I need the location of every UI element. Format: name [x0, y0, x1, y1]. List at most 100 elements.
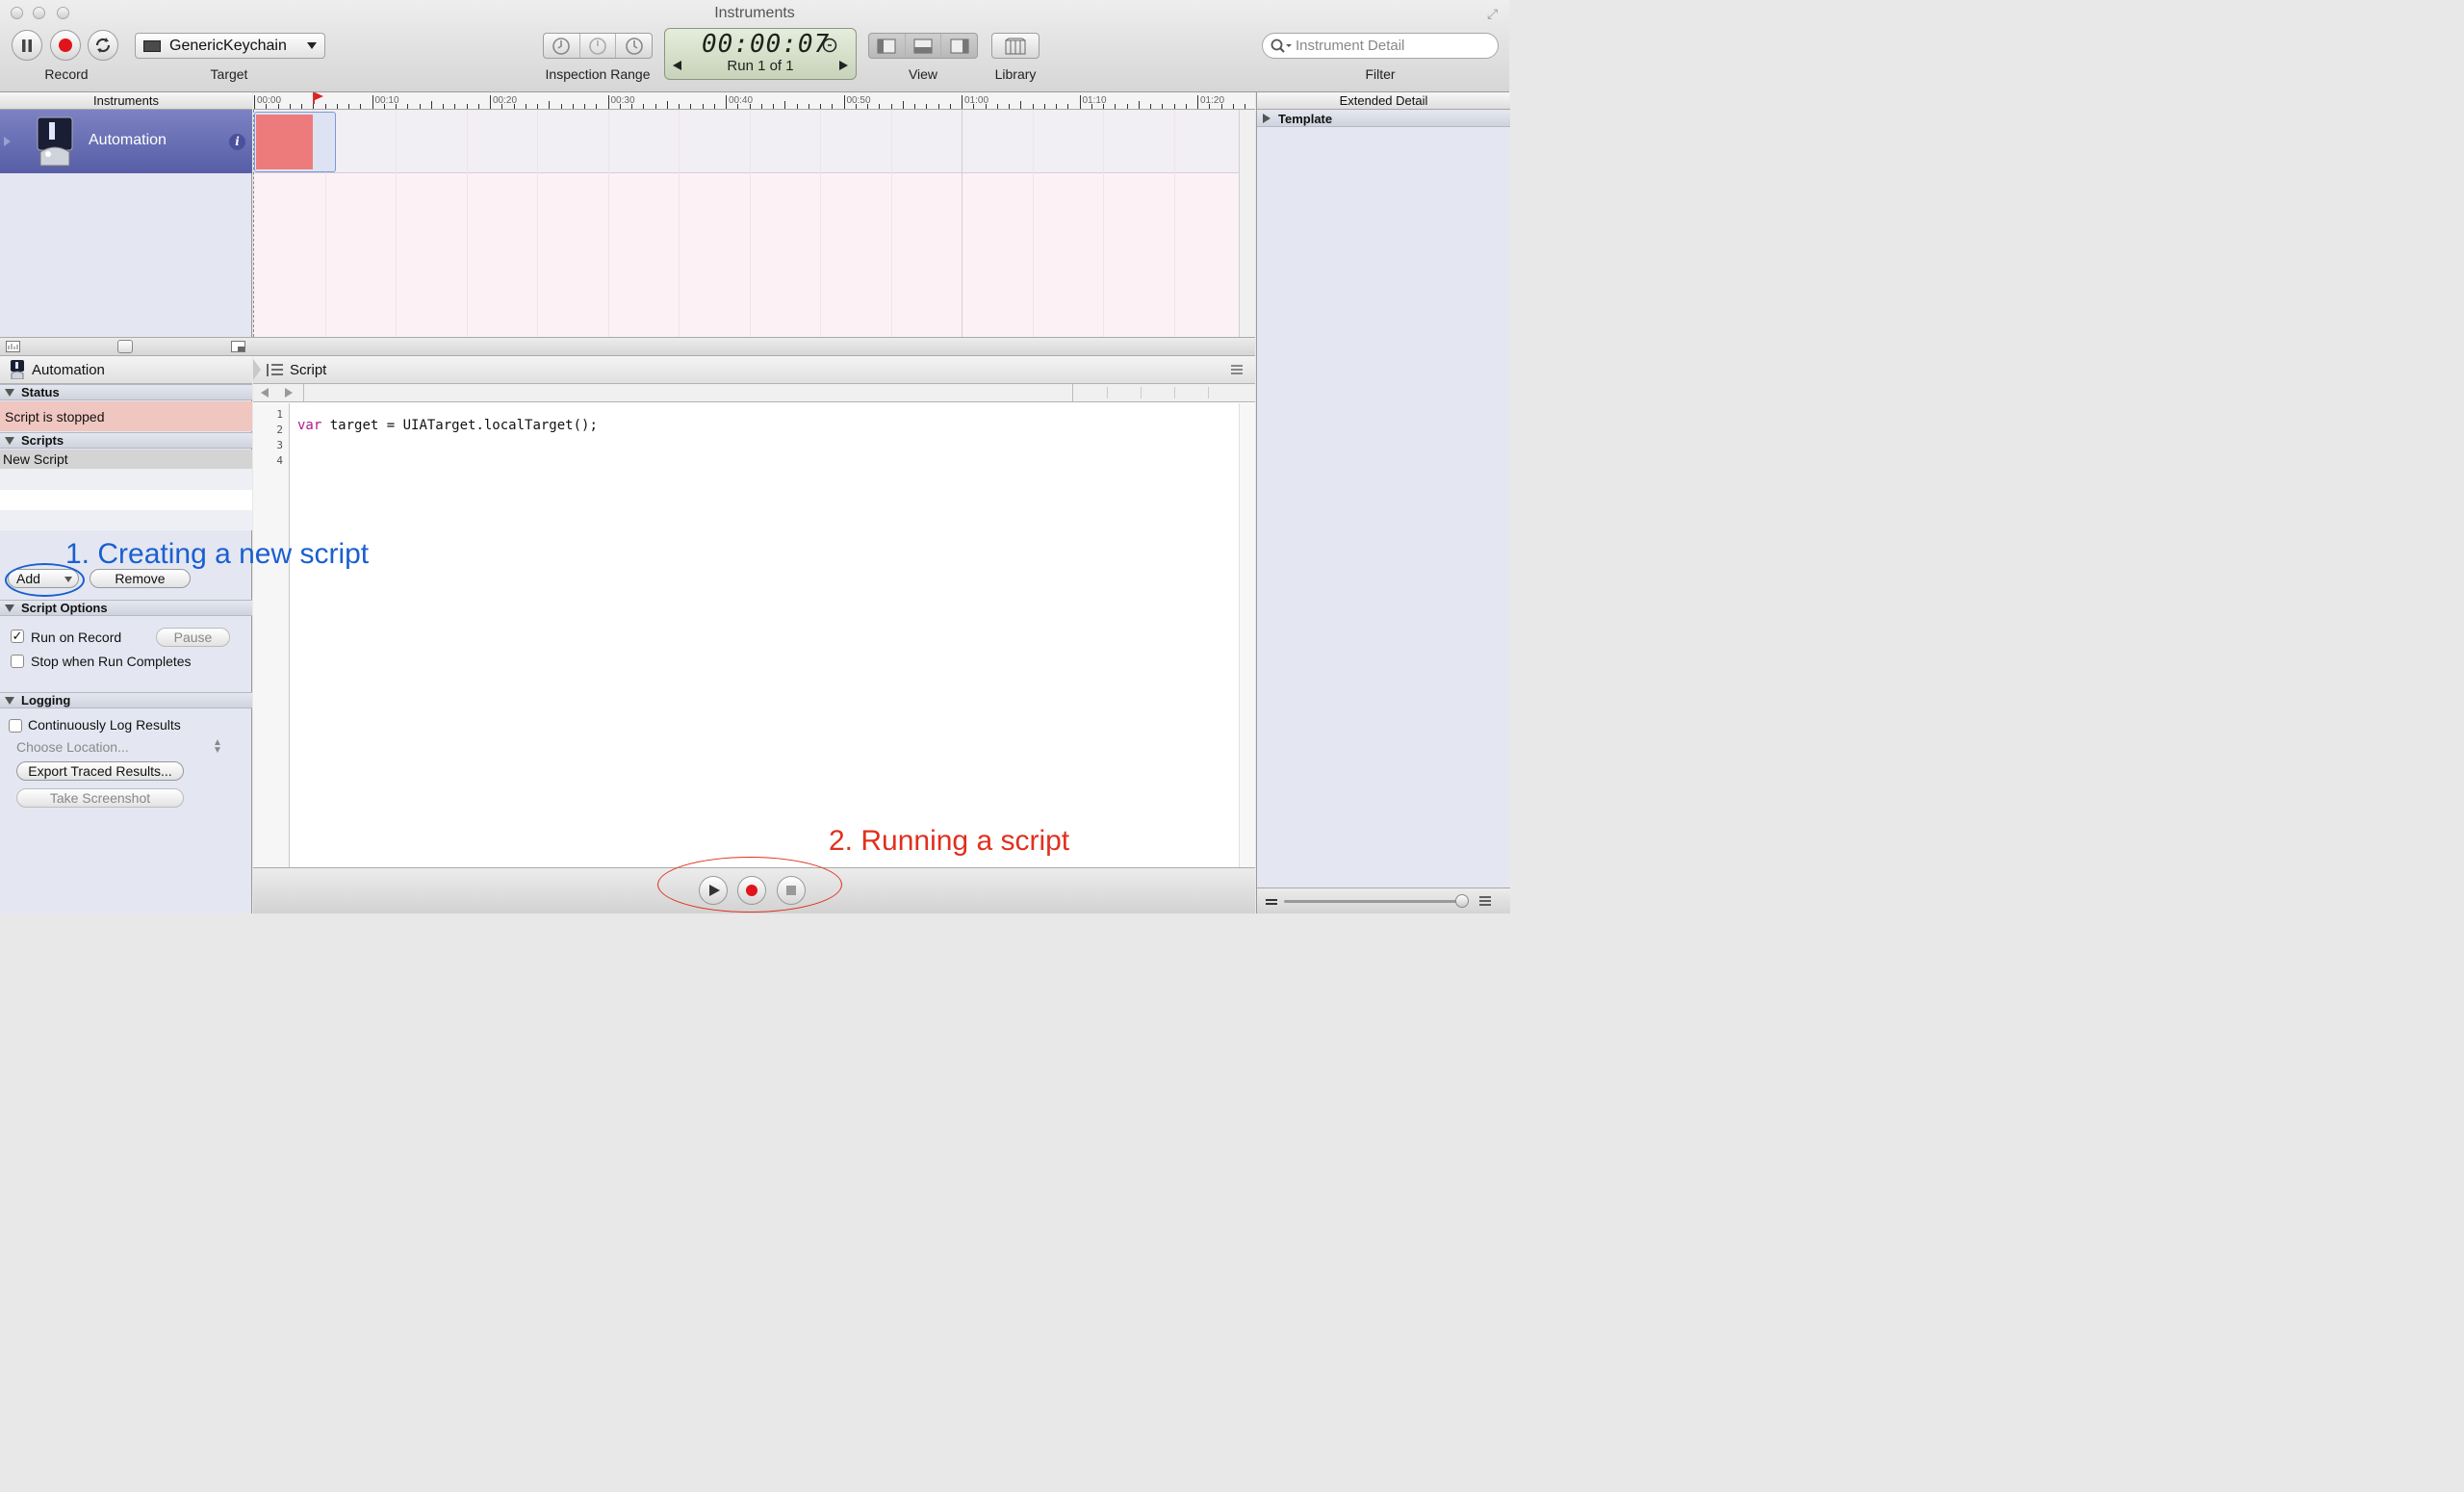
- timeline-track-area[interactable]: [253, 110, 1240, 337]
- ruler-tick: [289, 104, 291, 109]
- record-icon: [59, 39, 72, 52]
- back-arrow-icon[interactable]: [261, 388, 269, 398]
- ruler-tick: [1138, 101, 1140, 109]
- target-label: Target: [210, 66, 248, 82]
- annotation-run-script: 2. Running a script: [829, 825, 1070, 857]
- detail-slider-thumb[interactable]: [1455, 894, 1469, 908]
- automation-small-icon: [11, 360, 24, 379]
- ruler-tick: [937, 104, 939, 109]
- ruler-tick: [466, 104, 468, 109]
- next-run-arrow-icon[interactable]: [839, 61, 848, 70]
- template-label: Template: [1278, 112, 1333, 126]
- detail-toggle-icon[interactable]: [231, 341, 245, 352]
- remove-script-button[interactable]: Remove: [90, 569, 191, 588]
- instrument-detail-search[interactable]: Instrument Detail: [1262, 33, 1499, 59]
- script-options-section-header[interactable]: Script Options: [0, 600, 252, 616]
- track-gridline: [1032, 110, 1034, 337]
- view-left-pane-button[interactable]: [869, 34, 906, 58]
- extended-detail-panel: Extended Detail Template: [1256, 92, 1510, 913]
- pause-script-button[interactable]: Pause: [156, 628, 230, 647]
- left-pane-icon: [877, 39, 896, 53]
- ruler-tick: [1197, 95, 1198, 109]
- template-row[interactable]: Template: [1257, 111, 1510, 127]
- track-gridline: [396, 110, 397, 337]
- fullscreen-icon[interactable]: ⤢: [1487, 6, 1502, 21]
- library-button[interactable]: [991, 33, 1040, 59]
- code-line[interactable]: var target = UIATarget.localTarget();: [297, 418, 598, 433]
- clock-icon: [589, 37, 606, 55]
- choose-location-popup[interactable]: Choose Location...: [16, 739, 129, 755]
- ruler-tick: [1232, 104, 1234, 109]
- continuous-log-label: Continuously Log Results: [28, 717, 181, 733]
- scripts-section-header[interactable]: Scripts: [0, 432, 252, 449]
- export-traced-results-button[interactable]: Export Traced Results...: [16, 761, 184, 781]
- take-screenshot-button[interactable]: Take Screenshot: [16, 788, 184, 808]
- detail-slider-track[interactable]: [1284, 900, 1467, 903]
- track-gridline: [820, 110, 821, 337]
- track-gridline: [890, 110, 892, 337]
- ruler-label: 00:20: [493, 95, 518, 106]
- script-list-item[interactable]: New Script: [0, 450, 252, 469]
- view-right-pane-button[interactable]: [941, 34, 977, 58]
- zoom-toggle-button[interactable]: [117, 340, 133, 353]
- ruler-tick: [773, 104, 774, 109]
- run-segment[interactable]: [254, 112, 336, 172]
- ruler-tick: [690, 104, 692, 109]
- filter-label: Filter: [1365, 66, 1396, 82]
- stop-when-complete-checkbox[interactable]: [11, 655, 24, 668]
- track-gridline: [749, 110, 751, 337]
- timeline-ruler[interactable]: 00:00 00:10 00:20 00:30 00:40 00:50 01:00 01:10…: [253, 92, 1255, 110]
- compact-view-icon[interactable]: [1265, 896, 1278, 908]
- status-text: Script is stopped: [0, 401, 252, 431]
- graph-icon[interactable]: [6, 341, 20, 352]
- editor-scrollbar[interactable]: [1239, 403, 1255, 867]
- ruler-tick: [336, 104, 338, 109]
- range-end-button[interactable]: [616, 34, 652, 58]
- search-placeholder: Instrument Detail: [1296, 38, 1405, 54]
- ruler-tick: [796, 104, 798, 109]
- ruler-tick: [702, 104, 704, 109]
- continuous-log-checkbox[interactable]: [9, 719, 22, 733]
- track-gridline: [607, 110, 609, 337]
- expanded-view-icon[interactable]: [1478, 895, 1492, 907]
- code-text: target = UIATarget.localTarget();: [321, 418, 598, 433]
- range-start-button[interactable]: [544, 34, 580, 58]
- ruler-tick: [301, 104, 302, 109]
- library-icon: [1005, 38, 1026, 54]
- run-label: Run 1 of 1: [727, 58, 794, 74]
- logging-section-header[interactable]: Logging: [0, 692, 252, 708]
- ruler-tick: [607, 95, 609, 109]
- ruler-tick: [726, 95, 727, 109]
- inspection-range-label: Inspection Range: [545, 66, 651, 82]
- line-number: 4: [276, 454, 283, 467]
- annotation-ellipse-add: [5, 563, 85, 597]
- ruler-tick: [666, 101, 668, 109]
- automation-panel-title: Automation: [32, 362, 105, 378]
- nav-divider: [303, 384, 304, 401]
- bottom-pane-icon: [913, 39, 933, 53]
- track-scrollbar[interactable]: [1239, 110, 1255, 337]
- pause-button[interactable]: [12, 30, 42, 61]
- track-gridline: [1103, 110, 1104, 337]
- info-icon[interactable]: i: [229, 134, 245, 150]
- restart-button[interactable]: [88, 30, 118, 61]
- run-on-record-checkbox[interactable]: ✓: [11, 630, 24, 643]
- scripts-header-label: Scripts: [21, 433, 64, 448]
- target-popup[interactable]: GenericKeychain: [135, 33, 325, 59]
- menu-icon[interactable]: [1230, 365, 1244, 375]
- track-footer: [0, 337, 1255, 356]
- view-bottom-pane-button[interactable]: [906, 34, 942, 58]
- clock-mode-icon[interactable]: [822, 38, 837, 53]
- ruler-tick: [879, 104, 881, 109]
- script-editor-header: Script: [253, 356, 1255, 384]
- disclosure-triangle-icon: [5, 437, 14, 445]
- automation-settings-panel: Automation Status Script is stopped Scri…: [0, 356, 252, 913]
- instrument-row-automation[interactable]: Automation i: [0, 110, 252, 173]
- status-section-header[interactable]: Status: [0, 384, 252, 400]
- forward-arrow-icon[interactable]: [285, 388, 293, 398]
- record-button[interactable]: [50, 30, 81, 61]
- disclosure-triangle-icon[interactable]: [4, 137, 11, 146]
- playhead-flag: [315, 92, 323, 100]
- range-clear-button[interactable]: [580, 34, 617, 58]
- ruler-tick: [654, 104, 656, 109]
